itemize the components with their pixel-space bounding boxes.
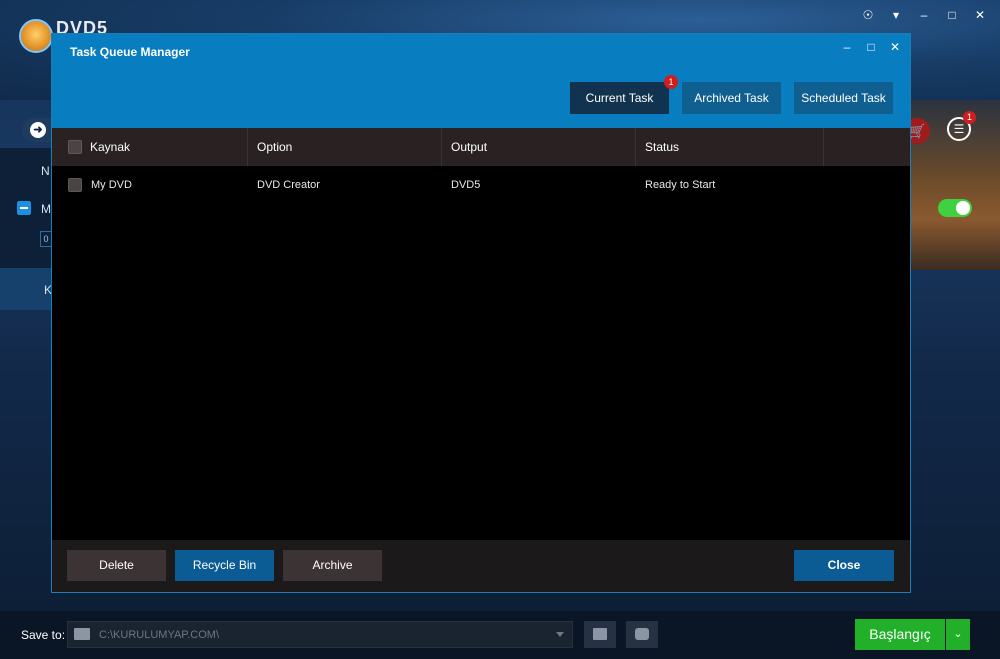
- sidebar-label-n: N: [41, 164, 50, 178]
- arrow-right-icon: ➜: [30, 122, 46, 138]
- dialog-maximize-icon[interactable]: □: [866, 40, 876, 54]
- save-path-text: C:\KURULUMYAP.COM\: [99, 629, 220, 641]
- dialog-title: Task Queue Manager: [70, 45, 190, 59]
- save-path-field[interactable]: C:\KURULUMYAP.COM\: [67, 621, 573, 648]
- current-task-badge: 1: [664, 75, 678, 89]
- add-source-button[interactable]: ➜: [22, 118, 52, 142]
- table-header: Kaynak Option Output Status: [52, 128, 910, 166]
- table-row[interactable]: My DVD DVD Creator DVD5 Ready to Start: [52, 166, 910, 204]
- dialog-minimize-icon[interactable]: –: [842, 40, 852, 54]
- menu-icon[interactable]: ▾: [890, 8, 902, 22]
- start-button[interactable]: Başlangıç: [855, 619, 945, 650]
- burn-settings-button[interactable]: [626, 621, 658, 648]
- column-header-output[interactable]: Output: [442, 128, 636, 166]
- app-logo-icon: [19, 19, 53, 53]
- folder-icon: [74, 628, 90, 640]
- column-header-status[interactable]: Status: [636, 128, 824, 166]
- dialog-footer: Delete Recycle Bin Archive Close: [52, 540, 910, 592]
- sidebar-label-m: M: [41, 202, 51, 216]
- row-checkbox[interactable]: [68, 178, 82, 192]
- feature-toggle[interactable]: [938, 199, 972, 217]
- minimize-icon[interactable]: –: [918, 8, 930, 22]
- delete-button[interactable]: Delete: [67, 550, 166, 581]
- task-queue-dialog: Task Queue Manager – □ ✕ Current Task 1 …: [51, 33, 911, 593]
- start-options-button[interactable]: ⌄: [946, 619, 970, 650]
- tab-scheduled-task[interactable]: Scheduled Task: [794, 82, 893, 114]
- source-checkbox[interactable]: [17, 201, 31, 215]
- app-window-controls: ☉ ▾ – □ ✕: [862, 8, 986, 22]
- chevron-down-icon[interactable]: [556, 632, 564, 637]
- column-header-option[interactable]: Option: [248, 128, 442, 166]
- browse-folder-button[interactable]: [584, 621, 616, 648]
- cell-option: DVD Creator: [257, 179, 320, 191]
- save-to-label: Save to:: [21, 628, 66, 642]
- open-folder-icon: [593, 628, 607, 640]
- tab-archived-task[interactable]: Archived Task: [682, 82, 781, 114]
- cell-source: My DVD: [91, 179, 132, 191]
- column-header-source[interactable]: Kaynak: [52, 128, 248, 166]
- dialog-header: Task Queue Manager – □ ✕ Current Task 1 …: [52, 34, 910, 128]
- dialog-window-controls: – □ ✕: [842, 40, 900, 54]
- archive-button[interactable]: Archive: [283, 550, 382, 581]
- cell-status: Ready to Start: [645, 179, 716, 191]
- task-count-badge: 1: [963, 111, 976, 124]
- maximize-icon[interactable]: □: [946, 8, 958, 22]
- recycle-bin-button[interactable]: Recycle Bin: [175, 550, 274, 581]
- skin-icon[interactable]: ☉: [862, 8, 874, 22]
- cell-output: DVD5: [451, 179, 481, 191]
- dialog-close-icon[interactable]: ✕: [890, 40, 900, 54]
- disc-icon: [635, 628, 649, 640]
- close-icon[interactable]: ✕: [974, 8, 986, 22]
- close-button[interactable]: Close: [794, 550, 894, 581]
- tab-current-task[interactable]: Current Task: [570, 82, 669, 114]
